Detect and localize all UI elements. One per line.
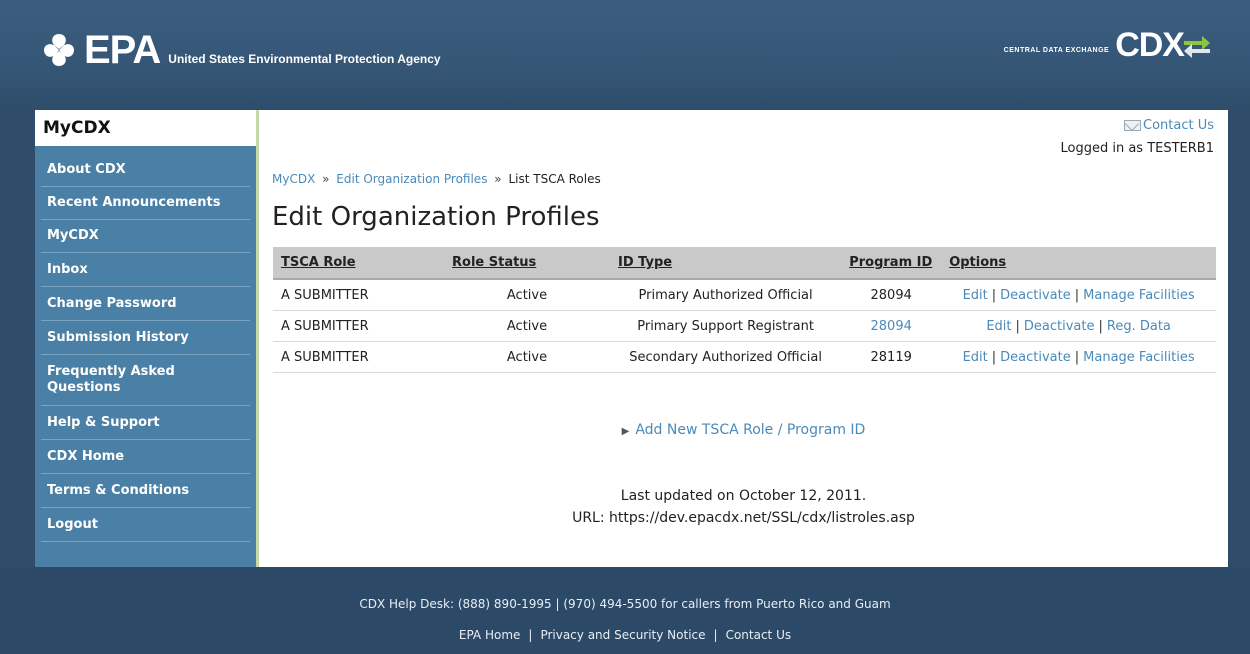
deactivate-link[interactable]: Deactivate xyxy=(1000,350,1071,365)
header-options[interactable]: Options xyxy=(941,247,1216,280)
sidebar-item-cdx-home[interactable]: CDX Home xyxy=(41,440,250,474)
cell-role-status: Active xyxy=(444,341,610,373)
epa-wordmark: EPA xyxy=(84,28,161,72)
cell-options: Edit | Deactivate | Manage Facilities xyxy=(941,279,1216,311)
sidebar: MyCDX About CDX Recent Announcements MyC… xyxy=(35,110,259,568)
triangle-right-icon: ▶ xyxy=(621,426,630,437)
table-header-row: TSCA Role Role Status ID Type Program ID… xyxy=(273,247,1216,280)
breadcrumb-separator: » xyxy=(322,172,330,186)
table-row: A SUBMITTER Active Primary Authorized Of… xyxy=(273,279,1216,311)
add-new-role-label: Add New TSCA Role / Program ID xyxy=(635,422,866,438)
program-id-link[interactable]: 28094 xyxy=(871,319,912,334)
tsca-roles-table: TSCA Role Role Status ID Type Program ID… xyxy=(273,247,1216,373)
breadcrumb-mycdx[interactable]: MyCDX xyxy=(272,172,315,186)
cell-id-type: Secondary Authorized Official xyxy=(610,341,842,373)
cell-id-type: Primary Support Registrant xyxy=(610,310,842,342)
table-row: A SUBMITTER Active Primary Support Regis… xyxy=(273,310,1216,342)
page-footer-info: Last updated on October 12, 2011. URL: h… xyxy=(259,485,1228,529)
footer-link-contact-us[interactable]: Contact Us xyxy=(726,628,792,642)
footer-links: EPA Home | Privacy and Security Notice | Con… xyxy=(458,628,792,642)
cell-tsca-role: A SUBMITTER xyxy=(273,310,444,342)
edit-link[interactable]: Edit xyxy=(963,350,988,365)
cdx-logo[interactable]: CENTRAL DATA EXCHANGE CDX xyxy=(1004,28,1212,62)
deactivate-link[interactable]: Deactivate xyxy=(1024,319,1095,334)
cell-options: Edit | Deactivate | Manage Facilities xyxy=(941,341,1216,373)
sidebar-item-recent-announcements[interactable]: Recent Announcements xyxy=(41,187,250,220)
breadcrumb-edit-organization-profiles[interactable]: Edit Organization Profiles xyxy=(336,172,487,186)
cell-role-status: Active xyxy=(444,279,610,311)
table-row: A SUBMITTER Active Secondary Authorized … xyxy=(273,341,1216,373)
cell-program-id: 28119 xyxy=(841,341,942,373)
cell-program-id: 28094 xyxy=(841,310,942,342)
epa-tagline: United States Environmental Protection A… xyxy=(168,52,441,66)
edit-link[interactable]: Edit xyxy=(963,288,988,303)
page-url-text: URL: https://dev.epacdx.net/SSL/cdx/list… xyxy=(572,510,915,526)
manage-facilities-link[interactable]: Manage Facilities xyxy=(1083,350,1194,365)
add-new-role-link[interactable]: ▶ Add New TSCA Role / Program ID xyxy=(259,422,1228,438)
cell-role-status: Active xyxy=(444,310,610,342)
cell-id-type: Primary Authorized Official xyxy=(610,279,842,311)
breadcrumb-separator: » xyxy=(494,172,502,186)
cdx-subtitle: CENTRAL DATA EXCHANGE xyxy=(1003,46,1110,54)
epa-flower-icon xyxy=(44,34,74,66)
cell-options: Edit | Deactivate | Reg. Data xyxy=(941,310,1216,342)
header-tsca-role[interactable]: TSCA Role xyxy=(273,247,444,280)
cell-program-id: 28094 xyxy=(841,279,942,311)
envelope-icon xyxy=(1124,120,1141,131)
last-updated-text: Last updated on October 12, 2011. xyxy=(620,488,867,504)
cdx-arrows-icon xyxy=(1184,36,1210,58)
header-program-id[interactable]: Program ID xyxy=(841,247,942,280)
manage-facilities-link[interactable]: Manage Facilities xyxy=(1083,288,1194,303)
sidebar-title: MyCDX xyxy=(35,110,256,146)
epa-logo[interactable]: EPA United States Environmental Protecti… xyxy=(40,20,441,70)
cell-tsca-role: A SUBMITTER xyxy=(273,279,444,311)
sidebar-item-inbox[interactable]: Inbox xyxy=(41,253,250,287)
sidebar-item-about-cdx[interactable]: About CDX xyxy=(41,154,250,187)
main-content: Contact Us Logged in as TESTERB1 MyCDX »… xyxy=(259,110,1228,568)
content-panel: MyCDX About CDX Recent Announcements MyC… xyxy=(35,110,1228,568)
cell-tsca-role: A SUBMITTER xyxy=(273,341,444,373)
footer-link-epa-home[interactable]: EPA Home xyxy=(459,628,521,642)
sidebar-item-mycdx[interactable]: MyCDX xyxy=(41,220,250,253)
page-title: Edit Organization Profiles xyxy=(272,202,600,232)
header-id-type[interactable]: ID Type xyxy=(610,247,842,280)
breadcrumb-current: List TSCA Roles xyxy=(508,172,601,186)
cdx-wordmark: CDX xyxy=(1115,26,1185,64)
edit-link[interactable]: Edit xyxy=(986,319,1011,334)
contact-us-link[interactable]: Contact Us xyxy=(1124,118,1214,133)
logged-in-status: Logged in as TESTERB1 xyxy=(1060,141,1215,156)
sidebar-item-terms-conditions[interactable]: Terms & Conditions xyxy=(41,474,250,508)
header-role-status[interactable]: Role Status xyxy=(444,247,610,280)
footer-link-privacy[interactable]: Privacy and Security Notice xyxy=(540,628,705,642)
sidebar-item-logout[interactable]: Logout xyxy=(41,508,250,542)
deactivate-link[interactable]: Deactivate xyxy=(1000,288,1071,303)
sidebar-item-submission-history[interactable]: Submission History xyxy=(41,321,250,355)
reg-data-link[interactable]: Reg. Data xyxy=(1107,319,1171,334)
sidebar-item-change-password[interactable]: Change Password xyxy=(41,287,250,321)
contact-us-label: Contact Us xyxy=(1143,118,1214,133)
breadcrumb: MyCDX » Edit Organization Profiles » Lis… xyxy=(272,172,601,186)
sidebar-item-help-support[interactable]: Help & Support xyxy=(41,406,250,440)
helpdesk-text: CDX Help Desk: (888) 890-1995 | (970) 49… xyxy=(359,597,891,611)
sidebar-item-faq[interactable]: Frequently Asked Questions xyxy=(41,355,250,406)
